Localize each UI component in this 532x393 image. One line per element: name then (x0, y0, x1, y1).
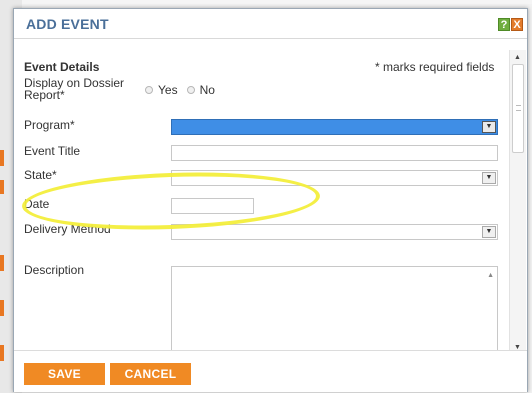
program-select[interactable]: ▼ (171, 119, 498, 135)
description-label: Description (24, 263, 85, 277)
display-on-dossier-radio-group: Yes No (145, 83, 224, 97)
radio-yes-label: Yes (158, 83, 178, 97)
chevron-up-icon[interactable]: ▲ (514, 54, 521, 61)
background-orange-marker (0, 255, 4, 271)
radio-yes[interactable] (145, 86, 153, 94)
program-label: Program* (24, 118, 75, 132)
close-icon[interactable]: X (511, 18, 523, 31)
delivery-method-select[interactable]: ▼ (171, 224, 498, 240)
section-title: Event Details (24, 60, 100, 74)
dialog-scrollbar[interactable]: ▲ ▼ (509, 50, 526, 353)
chevron-up-icon[interactable]: ▲ (487, 272, 494, 279)
grip-icon (516, 105, 521, 111)
state-label: State* (24, 168, 57, 182)
radio-no-label: No (199, 83, 215, 97)
chevron-down-icon[interactable]: ▼ (482, 121, 496, 133)
display-on-dossier-label-line2: Report* (24, 88, 65, 102)
background-orange-marker (0, 345, 4, 361)
description-textarea[interactable]: ▲ (171, 266, 498, 351)
help-icon[interactable]: ? (498, 18, 510, 31)
chevron-down-icon[interactable]: ▼ (482, 172, 496, 184)
dialog-header: ADD EVENT ? X (14, 9, 527, 39)
cancel-button[interactable]: CANCEL (110, 363, 191, 385)
background-top-bar (0, 0, 532, 4)
required-fields-note: * marks required fields (375, 60, 495, 74)
event-title-label: Event Title (24, 144, 81, 158)
scrollbar-thumb[interactable] (512, 64, 524, 153)
display-on-dossier-label: Display on Dossier Report* (24, 77, 124, 101)
dialog-footer: SAVE CANCEL (14, 350, 527, 392)
dialog-title: ADD EVENT (26, 16, 109, 32)
background-orange-marker (0, 180, 4, 194)
event-title-input[interactable] (171, 145, 498, 161)
background-orange-marker (0, 150, 4, 166)
chevron-down-icon[interactable]: ▼ (482, 226, 496, 238)
radio-no[interactable] (186, 86, 195, 94)
save-button[interactable]: SAVE (24, 363, 105, 385)
background-orange-marker (0, 300, 4, 316)
